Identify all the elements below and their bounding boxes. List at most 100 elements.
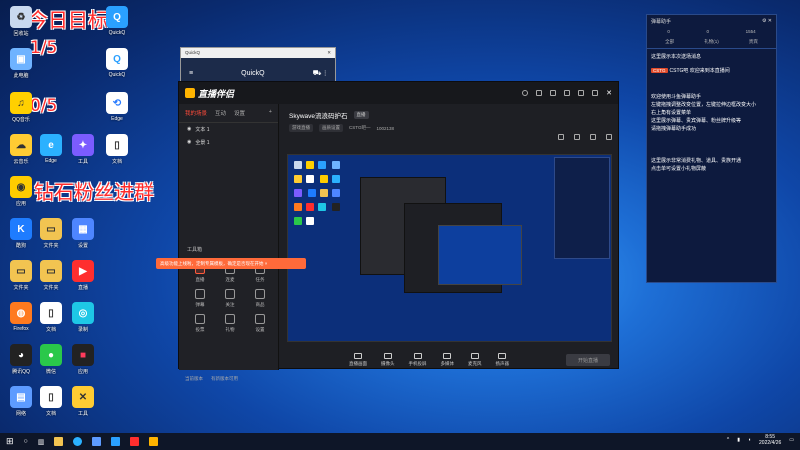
desktop-icon-app[interactable]: ◉ 应用 xyxy=(4,176,38,212)
wechat-icon: ● xyxy=(40,344,62,366)
desktop-icon-doc-2[interactable]: ▯ 文档 xyxy=(34,302,68,338)
doc-icon: ▯ xyxy=(106,134,128,156)
desktop-icon-pc[interactable]: ▣ 此电脑 xyxy=(4,48,38,84)
tray-chevron-icon[interactable]: ^ xyxy=(727,437,729,443)
tab-all[interactable]: 全部 xyxy=(665,39,674,45)
info-bar: 当前版本 有新版本可用 xyxy=(185,376,238,381)
minimize-icon[interactable] xyxy=(578,90,585,96)
stream-preview[interactable] xyxy=(287,154,612,342)
source-camera[interactable]: 摄像头 xyxy=(381,353,395,367)
eye-icon[interactable]: ◉ xyxy=(187,139,191,146)
tool-goods[interactable]: 商品 xyxy=(245,289,275,308)
tab-interact[interactable]: 互动 xyxy=(215,109,226,117)
volume-icon[interactable]: ◖ xyxy=(748,437,751,443)
app-titlebar[interactable]: 直播伴侣 ✕ xyxy=(179,82,618,104)
quickq-window-title: QuickQ xyxy=(185,50,201,55)
quickq-titlebar[interactable]: QuickQ ✕ xyxy=(181,48,335,58)
doc-icon: ▯ xyxy=(40,302,62,324)
menu-icon[interactable]: ≡ xyxy=(189,70,193,77)
eye-icon[interactable]: ◉ xyxy=(187,126,191,133)
chat-message: 这里展示本次送场消息 xyxy=(651,54,702,60)
close-icon[interactable]: ✕ xyxy=(327,50,331,56)
live-icon[interactable] xyxy=(130,437,140,446)
chat-message: 这里展示非常消费礼物、道具、贵族开通 点击单可设置小礼物屏蔽 xyxy=(651,158,742,172)
maximize-icon[interactable] xyxy=(592,90,599,96)
tools-icon: ✕ xyxy=(72,386,94,408)
desktop-icon-recycle-bin[interactable]: ♻ 回收站 xyxy=(4,6,38,42)
desktop-icon-cloud[interactable]: ☁ 云音乐 xyxy=(4,134,38,170)
tool-follow[interactable]: 关注 xyxy=(215,289,245,308)
lock-icon[interactable] xyxy=(574,134,580,140)
avatar-icon[interactable] xyxy=(522,90,529,96)
desktop-icon-edge[interactable]: e Edge xyxy=(34,134,68,170)
quickq-title: QuickQ xyxy=(241,69,265,77)
close-icon[interactable]: ✕ xyxy=(606,89,612,97)
desktop-icon-wechat[interactable]: ● 微信 xyxy=(34,344,68,380)
tab-vip[interactable]: 贵宾 xyxy=(749,39,758,45)
scene-label: 文本 1 xyxy=(195,127,210,133)
stream-main: Skywave流浪码护石 直播 游戏直播 画质设置 CSTG吧— 1002138 xyxy=(279,104,620,370)
add-icon[interactable]: + xyxy=(269,109,272,117)
qquick-icon[interactable] xyxy=(111,437,121,446)
source-screen[interactable]: 直播画面 xyxy=(349,353,367,367)
source-phone[interactable]: 手机投屏 xyxy=(409,353,427,367)
tool-danmu[interactable]: 弹幕 xyxy=(185,289,215,308)
preview-desktop-icons xyxy=(292,159,352,229)
refresh-icon[interactable] xyxy=(590,134,596,140)
clock[interactable]: 8:55 2022/4/26 xyxy=(759,434,781,446)
stream-badge: 直播 xyxy=(353,111,369,119)
desktop-icon-star[interactable]: ✦ 工具 xyxy=(66,134,100,170)
source-mic[interactable]: 麦克风 xyxy=(468,353,482,367)
cart-icon[interactable]: ⛟ ⋮ xyxy=(313,69,327,78)
scene-item-full[interactable]: ◉ 全景 1 xyxy=(179,136,278,149)
tool-gift[interactable]: 礼物 xyxy=(215,314,245,333)
quality-pill[interactable]: 画质设置 xyxy=(319,124,343,132)
streaming-app-window[interactable]: 直播伴侣 ✕ 我的场景 互动 设置 + ◉ 文本 1 ◉ 全景 1 工具箱 直播… xyxy=(178,81,620,381)
game-pill[interactable]: 游戏直播 xyxy=(289,124,313,132)
desktop-icon-doc[interactable]: ▯ 文档 xyxy=(100,134,134,170)
tab-my-scenes[interactable]: 我的场景 xyxy=(185,109,207,117)
edge-icon[interactable] xyxy=(73,437,83,446)
tab-settings[interactable]: 设置 xyxy=(234,109,245,117)
tab-gifts[interactable]: 礼物(1) xyxy=(704,39,719,45)
tool-vote[interactable]: 投票 xyxy=(185,314,215,333)
desktop-icon-grid[interactable]: ▦ 设置 xyxy=(66,218,100,254)
explorer-icon[interactable] xyxy=(54,437,64,446)
danmu-panel[interactable]: 弹幕助手 ⚙ ✕ 0 0 1554 全部 礼物(1) 贵宾 这里展示本次送场消息… xyxy=(646,14,777,283)
download-icon xyxy=(225,289,235,299)
source-speaker[interactable]: 扬声器 xyxy=(496,353,509,367)
desktop-icon-qquick[interactable]: Q QuickQ xyxy=(100,6,134,42)
desktop-icon-folder-2[interactable]: ▭ 文件夹 xyxy=(34,218,68,254)
search-icon[interactable]: ○ xyxy=(24,438,28,445)
desktop-icon-live[interactable]: ▶ 直播 xyxy=(66,260,100,296)
desktop-icon-doc-3[interactable]: ▯ 文档 xyxy=(34,386,68,422)
star-icon: ✦ xyxy=(72,134,94,156)
sync-icon: ⟲ xyxy=(106,92,128,114)
promo-tooltip[interactable]: 高级功能上线啦，定制专属模板，确定是否现在开始 × xyxy=(156,258,306,269)
danmu-stats: 0 0 1554 xyxy=(667,29,756,34)
panel-controls[interactable]: ⚙ ✕ xyxy=(762,18,772,24)
scene-item-text[interactable]: ◉ 文本 1 xyxy=(179,123,278,136)
share-icon[interactable] xyxy=(606,134,612,140)
tool-settings[interactable]: 设置 xyxy=(245,314,275,333)
desktop-icon-ring[interactable]: ◎ 录制 xyxy=(66,302,100,338)
desktop-icon-folder-3[interactable]: ▭ 文件夹 xyxy=(34,260,68,296)
desktop-icon-sync[interactable]: ⟲ Edge xyxy=(100,92,134,128)
start-live-button[interactable]: 开始直播 xyxy=(566,354,610,366)
chart-icon[interactable] xyxy=(550,90,557,96)
source-media[interactable]: 多媒体 xyxy=(441,353,454,367)
desktop-icon-qq-music[interactable]: ♫ QQ音乐 xyxy=(4,92,38,128)
layout-icon[interactable] xyxy=(558,134,564,140)
desktop-icon-qquick-2[interactable]: Q QuickQ xyxy=(100,48,134,84)
desktop-icon-app-2[interactable]: ■ 应用 xyxy=(66,344,100,380)
overlay-goal-title: 今日目标 xyxy=(28,8,108,32)
notification-icon[interactable]: ▭ xyxy=(789,437,794,443)
network-icon[interactable]: ▮ xyxy=(737,437,740,443)
desktop-icon-tools[interactable]: ✕ 工具 xyxy=(66,386,100,422)
settings-icon[interactable] xyxy=(564,90,571,96)
store-icon[interactable] xyxy=(92,437,102,446)
start-icon[interactable]: ⊞ xyxy=(6,436,14,447)
streaming-app-icon[interactable] xyxy=(149,437,159,446)
task-view-icon[interactable]: ▥ xyxy=(38,438,45,446)
gift-icon[interactable] xyxy=(536,90,543,96)
